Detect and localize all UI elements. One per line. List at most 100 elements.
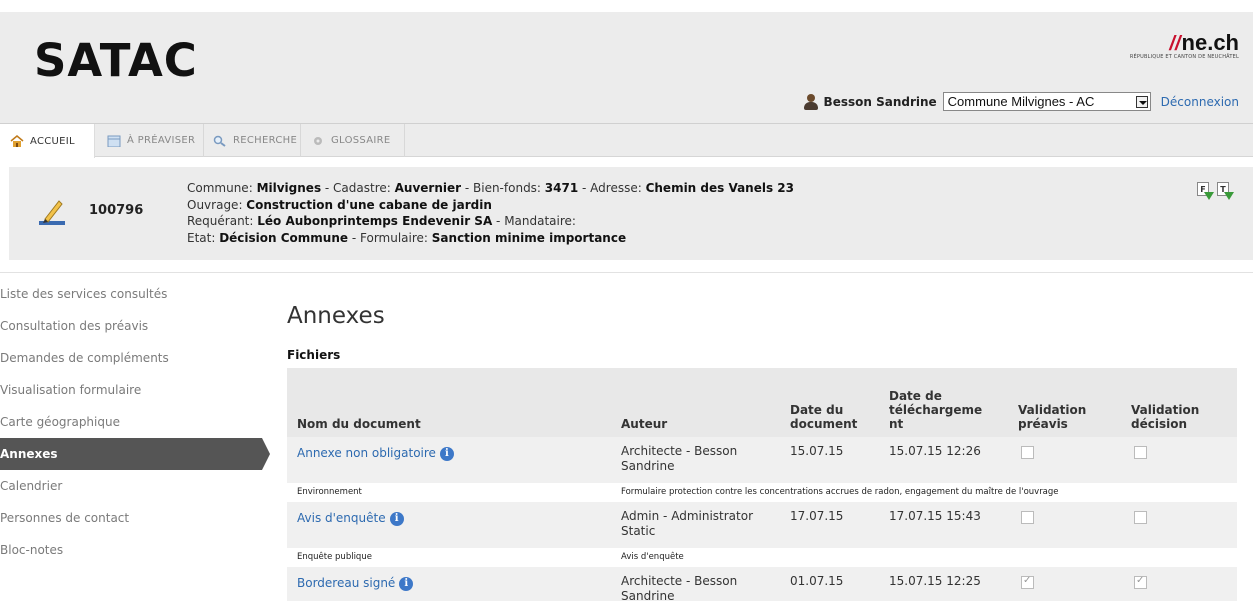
tab-divider: [300, 124, 301, 157]
info-icon[interactable]: i: [439, 446, 454, 461]
sidebar-item-label: Annexes: [0, 447, 58, 461]
tab-glossaire[interactable]: GLOSSAIRE: [301, 124, 400, 157]
gear-icon: [311, 135, 325, 147]
sidebar-item-consultation[interactable]: Consultation des préavis: [0, 310, 262, 342]
description-cell: Formulaire protection contre les concent…: [621, 487, 1059, 497]
sidebar-item-calendrier[interactable]: Calendrier: [0, 470, 262, 502]
calendar-icon: [107, 135, 121, 147]
cadastre-value: Auvernier: [394, 181, 462, 195]
pencil-ruler-icon: [37, 195, 67, 227]
commune-label: Commune:: [187, 181, 257, 195]
brand-bars: //: [1169, 33, 1181, 55]
validation-preavis-checkbox[interactable]: [1021, 575, 1034, 589]
cadastre-label: - Cadastre:: [321, 181, 395, 195]
formulaire-value: Sanction minime importance: [431, 230, 627, 245]
date-upload-cell: 17.07.15 15:43: [889, 509, 981, 523]
export-f-icon[interactable]: F: [1197, 182, 1214, 202]
date-upload-cell: 15.07.15 12:26: [889, 444, 981, 458]
commune-select-value: Commune Milvignes - AC: [947, 94, 1095, 109]
bienfonds-label: - Bien-fonds:: [461, 181, 545, 195]
tab-accueil[interactable]: ACCUEIL: [0, 124, 95, 158]
tab-a-preaviser-label: À PRÉAVISER: [127, 135, 196, 146]
sidebar-item-annexes[interactable]: Annexes: [0, 438, 270, 470]
bienfonds-value: 3471: [544, 181, 579, 195]
sidebar-item-bloc-notes[interactable]: Bloc-notes: [0, 534, 262, 566]
tab-divider: [404, 124, 405, 157]
info-icon[interactable]: i: [389, 511, 404, 526]
home-icon: [10, 135, 24, 147]
author-cell: Architecte - Besson Sandrine: [621, 574, 738, 601]
divider: [0, 272, 1253, 273]
sidebar-item-label: Consultation des préavis: [0, 319, 149, 333]
category-cell: Environnement: [297, 487, 362, 497]
col-header-val-preavis[interactable]: Validation préavis: [1018, 403, 1098, 431]
col-header-date-tel[interactable]: Date de téléchargeme nt: [889, 389, 982, 431]
document-name[interactable]: Annexe non obligatoire: [297, 446, 436, 461]
ne-ch-logo[interactable]: //ne.ch RÉPUBLIQUE ET CANTON DE NEUCHÂTE…: [1130, 30, 1239, 60]
ouvrage-label: Ouvrage:: [187, 197, 247, 212]
sidebar-item-label: Personnes de contact: [0, 511, 130, 525]
tab-recherche[interactable]: RECHERCHE: [203, 124, 307, 157]
category-cell: Enquête publique: [297, 552, 372, 562]
tab-recherche-label: RECHERCHE: [233, 135, 298, 146]
info-icon[interactable]: i: [399, 576, 414, 591]
sidebar-item-carte[interactable]: Carte géographique: [0, 406, 262, 438]
sidebar-item-services[interactable]: Liste des services consultés: [0, 278, 262, 310]
tab-glossaire-label: GLOSSAIRE: [331, 135, 391, 146]
sidebar-item-formulaire[interactable]: Visualisation formulaire: [0, 374, 262, 406]
user-icon: [803, 93, 818, 110]
table-row-details: Environnement Formulaire protection cont…: [287, 483, 1237, 502]
validation-decision-checkbox[interactable]: [1134, 511, 1147, 524]
sidebar-item-complements[interactable]: Demandes de compléments: [0, 342, 262, 374]
validation-preavis-checkbox[interactable]: [1021, 511, 1034, 524]
sidebar-item-contact[interactable]: Personnes de contact: [0, 502, 262, 534]
tab-accueil-label: ACCUEIL: [30, 135, 75, 147]
document-link[interactable]: Bordereau signé i: [297, 576, 414, 591]
sidebar-item-label: Carte géographique: [0, 415, 120, 429]
dossier-details: Commune: Milvignes - Cadastre: Auvernier…: [187, 180, 794, 246]
dossier-line-4: Etat: Décision Commune - Formulaire: San…: [187, 230, 794, 247]
export-t-icon[interactable]: T: [1217, 182, 1234, 202]
validation-decision-checkbox[interactable]: [1134, 446, 1147, 459]
page-title: Annexes: [287, 303, 385, 329]
brand-subtitle: RÉPUBLIQUE ET CANTON DE NEUCHÂTEL: [1129, 54, 1239, 60]
adresse-value: Chemin des Vanels 23: [645, 181, 794, 195]
logout-link[interactable]: Déconnexion: [1161, 95, 1239, 109]
tab-a-preaviser[interactable]: À PRÉAVISER: [97, 124, 205, 157]
user-bar: Besson Sandrine Commune Milvignes - AC D…: [803, 92, 1239, 111]
commune-select[interactable]: Commune Milvignes - AC: [942, 92, 1151, 111]
col-header-val-decision[interactable]: Validation décision: [1131, 403, 1211, 431]
dossier-line-2: Ouvrage: Construction d'une cabane de ja…: [187, 197, 794, 214]
validation-preavis-checkbox[interactable]: [1021, 446, 1034, 459]
col-header-auteur[interactable]: Auteur: [621, 417, 667, 431]
document-link[interactable]: Annexe non obligatoire i: [297, 446, 454, 461]
validation-decision-checkbox[interactable]: [1134, 575, 1147, 589]
document-link[interactable]: Avis d'enquête i: [297, 511, 404, 526]
col-header-date-doc[interactable]: Date du document: [790, 403, 870, 431]
adresse-label: - Adresse:: [578, 181, 646, 195]
document-name[interactable]: Avis d'enquête: [297, 511, 386, 526]
search-icon: [213, 135, 227, 147]
table-row: Bordereau signé i Architecte - Besson Sa…: [287, 567, 1237, 601]
etat-label: Etat:: [187, 230, 220, 245]
description-cell: Avis d'enquête: [621, 552, 684, 562]
date-doc-cell: 15.07.15: [790, 444, 844, 458]
dossier-line-3: Requérant: Léo Aubonprintemps Endevenir …: [187, 213, 794, 230]
author-cell: Admin - Administrator Static: [621, 509, 754, 538]
document-name[interactable]: Bordereau signé: [297, 576, 395, 591]
date-doc-cell: 01.07.15: [790, 574, 844, 588]
requerant-value: Léo Aubonprintemps Endevenir SA: [257, 214, 493, 228]
commune-value: Milvignes: [256, 181, 322, 195]
main-tabs: ACCUEIL À PRÉAVISER RECHERCHE GLOSSAIRE: [0, 124, 1253, 158]
col-header-nom[interactable]: Nom du document: [297, 417, 421, 431]
sidebar-nav: Liste des services consultés Consultatio…: [0, 278, 270, 566]
sidebar-item-label: Liste des services consultés: [0, 287, 168, 301]
etat-value: Décision Commune: [219, 230, 349, 245]
export-actions: F T: [1197, 182, 1234, 202]
files-table: Nom du document Auteur Date du document …: [287, 368, 1237, 601]
chevron-down-icon[interactable]: [1135, 96, 1148, 108]
dossier-line-1: Commune: Milvignes - Cadastre: Auvernier…: [187, 180, 794, 197]
satac-logo[interactable]: SATAC: [34, 34, 198, 87]
tab-divider: [203, 124, 204, 157]
author-cell: Architecte - Besson Sandrine: [621, 444, 738, 473]
